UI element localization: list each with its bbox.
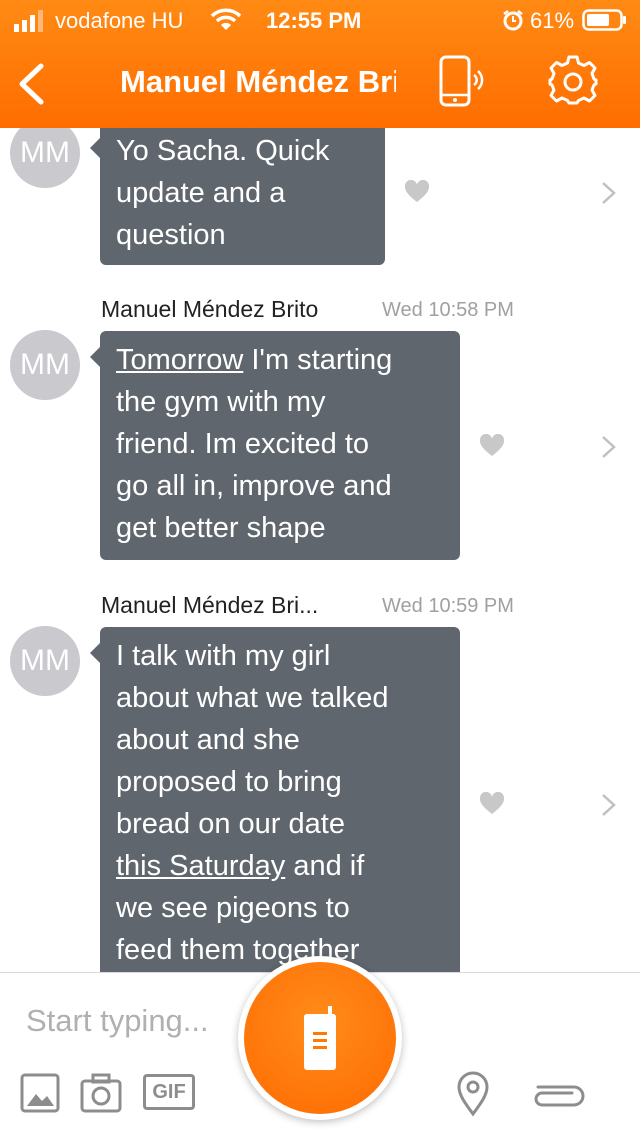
carrier-name: vodafone HU xyxy=(55,8,184,33)
heart-icon[interactable] xyxy=(479,434,505,458)
message-line: this Saturday and if xyxy=(116,845,444,887)
message-time: Wed 10:58 PM xyxy=(382,299,514,321)
message-line: Yo Sacha. Quick xyxy=(116,135,330,167)
gif-label: GIF xyxy=(152,1081,186,1103)
signal-icon xyxy=(14,10,43,32)
message-line: update and a xyxy=(116,177,286,209)
status-bar: vodafone HU 12:55 PM 61% xyxy=(0,0,640,40)
heart-icon[interactable] xyxy=(404,180,430,204)
message-line: about what we talked xyxy=(116,682,389,714)
paperclip-icon[interactable] xyxy=(530,1077,588,1111)
gear-icon[interactable] xyxy=(547,54,599,106)
message-thread[interactable]: MM Yo Sacha. Quick update and a question… xyxy=(0,128,640,972)
avatar[interactable]: MM xyxy=(10,128,80,188)
image-icon[interactable] xyxy=(20,1073,60,1113)
link-text[interactable]: this Saturday xyxy=(116,850,285,882)
phone-vibrate-icon[interactable] xyxy=(437,54,487,110)
message-bubble[interactable]: Yo Sacha. Quick update and a question xyxy=(90,128,385,265)
clock-time: 12:55 PM xyxy=(266,8,362,33)
walkie-talkie-button[interactable] xyxy=(238,956,402,1120)
chevron-right-icon[interactable] xyxy=(600,792,618,818)
battery-icon xyxy=(582,9,626,31)
location-pin-icon[interactable] xyxy=(456,1071,490,1117)
chevron-right-icon[interactable] xyxy=(600,434,618,460)
heart-icon[interactable] xyxy=(479,792,505,816)
gif-icon[interactable]: GIF xyxy=(143,1074,195,1110)
walkie-talkie-button-fill xyxy=(244,962,396,1114)
message-line: we see pigeons to xyxy=(116,892,350,924)
message-text: I'm starting xyxy=(243,344,393,376)
message-bubble[interactable]: Tomorrow I'm starting the gym with my fr… xyxy=(90,331,460,560)
message-line: question xyxy=(116,219,226,251)
page-title: Manuel Méndez Brito xyxy=(120,64,396,99)
sender-name: Manuel Méndez Bri... xyxy=(101,592,319,618)
link-text[interactable]: Tomorrow xyxy=(116,344,243,376)
message-line: the gym with my xyxy=(116,386,326,418)
alarm-icon xyxy=(503,10,523,31)
message-input[interactable]: Start typing... xyxy=(26,1003,209,1039)
app-header: vodafone HU 12:55 PM 61% Manuel Méndez B… xyxy=(0,0,640,128)
chevron-right-icon[interactable] xyxy=(600,180,618,206)
message-line: Tomorrow I'm starting xyxy=(116,339,444,381)
camera-icon[interactable] xyxy=(80,1073,122,1113)
message-line: about and she xyxy=(116,724,300,756)
message-line: proposed to bring xyxy=(116,766,342,798)
wifi-icon xyxy=(210,8,242,30)
avatar[interactable]: MM xyxy=(10,626,80,696)
message-time: Wed 10:59 PM xyxy=(382,595,514,617)
message-text: and if xyxy=(285,850,365,882)
message-line: get better shape xyxy=(116,512,326,544)
message-line: feed them together xyxy=(116,934,360,966)
sender-name: Manuel Méndez Brito xyxy=(101,296,319,322)
message-line: bread on our date xyxy=(116,808,345,840)
message-line: friend. Im excited to xyxy=(116,428,370,460)
battery-percent: 61% xyxy=(530,8,575,33)
chevron-left-icon[interactable] xyxy=(14,62,48,106)
message-line: go all in, improve and xyxy=(116,470,392,502)
walkie-talkie-icon xyxy=(304,1006,336,1070)
message-bubble[interactable]: I talk with my girl about what we talked… xyxy=(90,627,460,972)
avatar[interactable]: MM xyxy=(10,330,80,400)
message-line: I talk with my girl xyxy=(116,640,331,672)
nav-bar: Manuel Méndez Brito xyxy=(0,40,640,128)
